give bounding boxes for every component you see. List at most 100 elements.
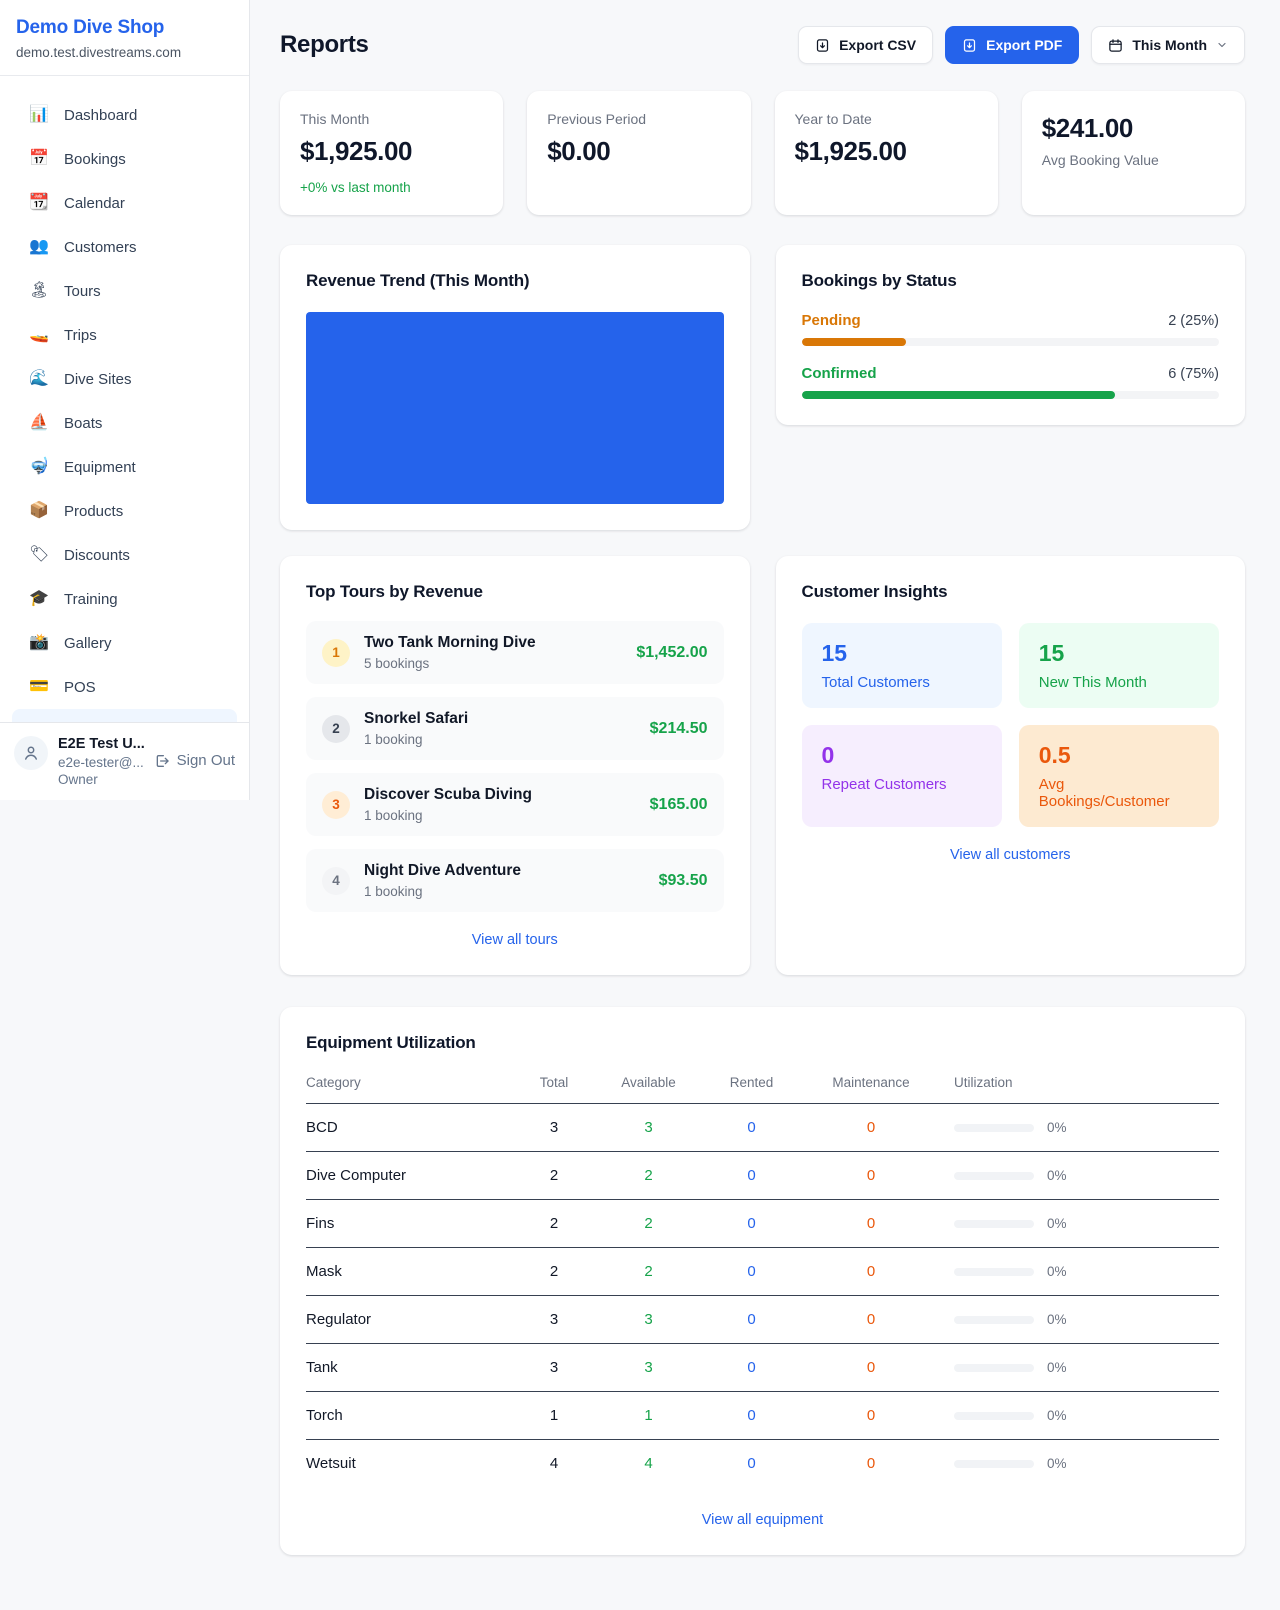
nav-item-icon: 🚤 <box>29 327 49 343</box>
stat-value: $1,925.00 <box>795 136 907 167</box>
utilization-bar <box>954 1172 1034 1180</box>
insight-label: Repeat Customers <box>822 776 982 793</box>
user-role: Owner <box>58 772 144 787</box>
utilization-bar <box>954 1364 1034 1372</box>
stats-row: This Month $1,925.00 +0% vs last month P… <box>280 91 1245 215</box>
insight-tile: 0 Repeat Customers <box>802 725 1002 827</box>
sidebar-nav: 📊 Dashboard 📅 Bookings 📆 Calendar 👥 Cust… <box>0 76 249 722</box>
insight-tile: 15 Total Customers <box>802 623 1002 708</box>
equipment-available: 2 <box>601 1248 696 1296</box>
tour-bookings: 1 booking <box>364 732 636 747</box>
nav-item[interactable]: 🌊 Dive Sites <box>12 357 237 401</box>
nav-item[interactable]: 📦 Products <box>12 489 237 533</box>
nav-item[interactable]: 📅 Bookings <box>12 137 237 181</box>
status-count: 2 (25%) <box>1168 313 1219 329</box>
equipment-category: Wetsuit <box>306 1440 507 1488</box>
nav-item-label: Discounts <box>64 547 130 564</box>
nav-item-icon: 📅 <box>29 151 49 167</box>
nav-item[interactable]: 📊 Dashboard <box>12 93 237 137</box>
page-title: Reports <box>280 31 369 59</box>
nav-item-icon: 🤿 <box>29 459 49 475</box>
export-pdf-button[interactable]: Export PDF <box>945 26 1079 64</box>
equipment-table-row: Tank 3 3 0 0 0% <box>306 1344 1219 1392</box>
equipment-available: 1 <box>601 1392 696 1440</box>
status-row: Confirmed 6 (75%) <box>802 365 1220 399</box>
stat-value: $0.00 <box>547 136 610 167</box>
equipment-total: 3 <box>507 1344 601 1392</box>
period-dropdown[interactable]: This Month <box>1091 26 1245 64</box>
nav-item-icon: 🎓 <box>29 591 49 607</box>
nav-item[interactable]: 🤿 Equipment <box>12 445 237 489</box>
view-all-tours-link[interactable]: View all tours <box>472 932 558 948</box>
equipment-category: Dive Computer <box>306 1152 507 1200</box>
user-footer: E2E Test U... e2e-tester@... Owner Sign … <box>0 722 249 800</box>
nav-item[interactable]: 👥 Customers <box>12 225 237 269</box>
tour-rank-badge: 1 <box>322 639 350 667</box>
utilization-percent: 0% <box>1047 1312 1067 1327</box>
calendar-icon <box>1108 38 1123 53</box>
equipment-table-row: Wetsuit 4 4 0 0 0% <box>306 1440 1219 1488</box>
tour-row: 2 Snorkel Safari 1 booking $214.50 <box>306 697 724 760</box>
customer-insights-title: Customer Insights <box>802 582 1220 602</box>
user-meta: E2E Test U... e2e-tester@... Owner <box>58 736 144 787</box>
equipment-total: 3 <box>507 1104 601 1152</box>
stat-card: Year to Date $1,925.00 <box>775 91 998 215</box>
equipment-rented: 0 <box>696 1296 807 1344</box>
equipment-table: Category Total Available Rented Maintena… <box>306 1065 1219 1488</box>
nav-item[interactable]: 🏝 Tours <box>12 269 237 313</box>
sign-out-button[interactable]: Sign Out <box>154 752 235 769</box>
nav-item[interactable]: 🏷 Discounts <box>12 533 237 577</box>
nav-item[interactable]: 🎓 Training <box>12 577 237 621</box>
view-all-customers-link[interactable]: View all customers <box>950 847 1071 863</box>
equipment-maintenance: 0 <box>807 1296 935 1344</box>
tour-name: Discover Scuba Diving <box>364 786 636 804</box>
status-count: 6 (75%) <box>1168 366 1219 382</box>
column-header-utilization: Utilization <box>935 1065 1219 1104</box>
nav-item[interactable]: 📆 Calendar <box>12 181 237 225</box>
utilization-bar <box>954 1220 1034 1228</box>
status-label: Pending <box>802 312 861 329</box>
nav-item-icon: 📆 <box>29 195 49 211</box>
nav-item-icon: 🌊 <box>29 371 49 387</box>
nav-item[interactable]: 📸 Gallery <box>12 621 237 665</box>
stat-value: $1,925.00 <box>300 136 412 167</box>
view-all-equipment-link[interactable]: View all equipment <box>702 1512 823 1528</box>
nav-item[interactable]: ⛵ Boats <box>12 401 237 445</box>
header-actions: Export CSV Export PDF Th <box>798 26 1245 64</box>
nav-item-label: Bookings <box>64 151 126 168</box>
nav-item[interactable] <box>12 709 237 722</box>
utilization-percent: 0% <box>1047 1216 1067 1231</box>
nav-item-icon: 📦 <box>29 503 49 519</box>
page-header: Reports Export CSV Export <box>280 26 1245 64</box>
utilization-percent: 0% <box>1047 1456 1067 1471</box>
nav-item-icon: 🏷 <box>29 547 49 563</box>
tour-bookings: 1 booking <box>364 884 645 899</box>
main-content: Reports Export CSV Export <box>250 0 1280 1555</box>
status-progress-fill <box>802 391 1115 399</box>
tour-row: 3 Discover Scuba Diving 1 booking $165.0… <box>306 773 724 836</box>
equipment-maintenance: 0 <box>807 1344 935 1392</box>
tour-rank-badge: 4 <box>322 867 350 895</box>
stat-label: This Month <box>300 111 369 127</box>
tour-name: Night Dive Adventure <box>364 862 645 880</box>
insight-value: 15 <box>822 640 982 667</box>
status-row: Pending 2 (25%) <box>802 312 1220 346</box>
equipment-total: 2 <box>507 1248 601 1296</box>
nav-item[interactable]: 💳 POS <box>12 665 237 709</box>
nav-item[interactable]: 🚤 Trips <box>12 313 237 357</box>
equipment-table-row: Dive Computer 2 2 0 0 0% <box>306 1152 1219 1200</box>
equipment-total: 2 <box>507 1200 601 1248</box>
utilization-percent: 0% <box>1047 1408 1067 1423</box>
equipment-total: 1 <box>507 1392 601 1440</box>
insights-row: Top Tours by Revenue 1 Two Tank Morning … <box>280 556 1245 975</box>
utilization-bar <box>954 1316 1034 1324</box>
insight-tile: 15 New This Month <box>1019 623 1219 708</box>
nav-item-label: Dive Sites <box>64 371 132 388</box>
stat-label: Previous Period <box>547 111 646 127</box>
equipment-table-header: Category Total Available Rented Maintena… <box>306 1065 1219 1104</box>
equipment-available: 3 <box>601 1296 696 1344</box>
status-progress-track <box>802 391 1220 399</box>
nav-item-icon: 👥 <box>29 239 49 255</box>
export-csv-button[interactable]: Export CSV <box>798 26 933 64</box>
nav-item-icon: 🏝 <box>29 283 49 299</box>
